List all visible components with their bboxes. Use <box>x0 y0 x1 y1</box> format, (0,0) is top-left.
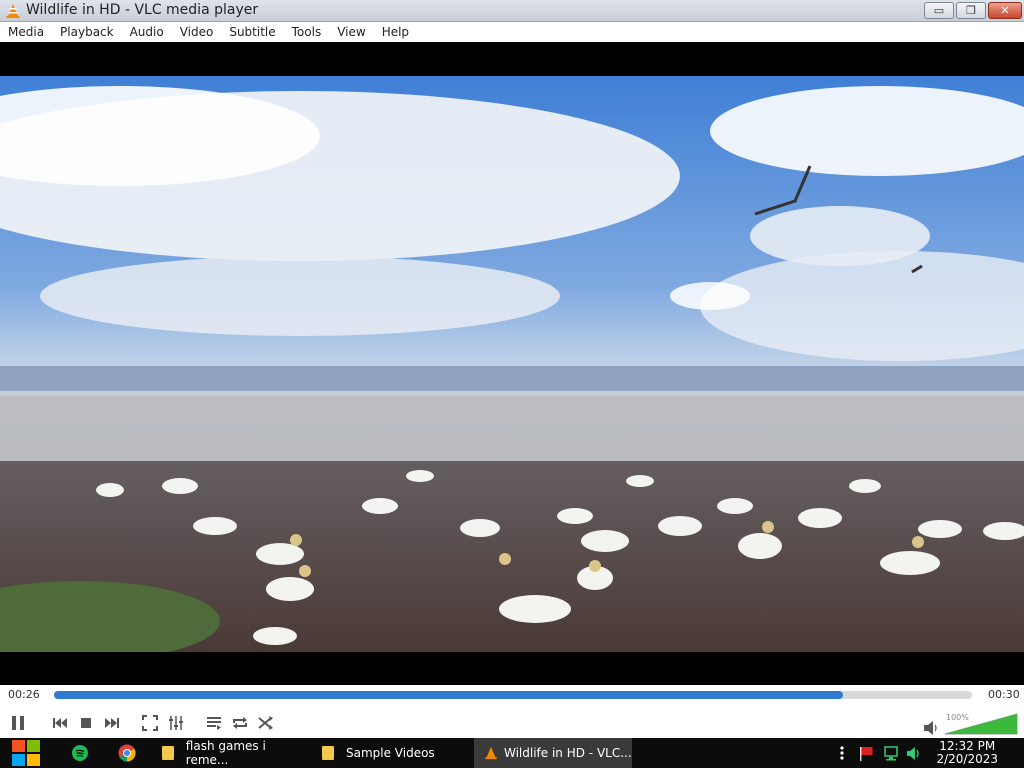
total-time: 00:30 <box>988 688 1020 701</box>
chrome-icon[interactable] <box>118 744 136 762</box>
taskbar-item-label: flash games i reme... <box>185 739 266 767</box>
menu-subtitle[interactable]: Subtitle <box>221 25 283 39</box>
taskbar-item-label: Wildlife in HD - VLC... <box>504 746 632 760</box>
equalizer-icon <box>169 716 183 730</box>
previous-icon <box>53 718 67 728</box>
extended-settings-button[interactable] <box>164 711 188 735</box>
stop-button[interactable] <box>74 711 98 735</box>
fullscreen-button[interactable] <box>138 711 162 735</box>
volume-slider[interactable] <box>944 713 1019 735</box>
shuffle-button[interactable] <box>254 711 278 735</box>
clock-date: 2/20/2023 <box>936 752 998 766</box>
menu-help[interactable]: Help <box>374 25 417 39</box>
menu-playback[interactable]: Playback <box>52 25 122 39</box>
seek-row: 00:26 00:30 <box>0 685 1024 705</box>
taskbar-item-label: Sample Videos <box>346 746 435 760</box>
taskbar-item-flash-games[interactable]: flash games i reme... <box>152 738 310 768</box>
more-icon[interactable] <box>838 745 846 761</box>
menu-view[interactable]: View <box>329 25 373 39</box>
minimize-button[interactable]: ▭ <box>924 2 954 19</box>
menu-tools[interactable]: Tools <box>284 25 330 39</box>
playlist-button[interactable] <box>202 711 226 735</box>
taskbar: flash games i reme... Sample Videos Wild… <box>0 738 1024 768</box>
maximize-button[interactable]: ❐ <box>956 2 986 19</box>
playlist-icon <box>207 717 221 730</box>
taskbar-item-vlc[interactable]: Wildlife in HD - VLC... <box>474 738 632 768</box>
playback-controls: 100% <box>0 705 1024 738</box>
speaker-icon[interactable] <box>906 746 922 761</box>
start-button[interactable] <box>10 738 42 768</box>
vlc-cone-icon <box>6 4 20 18</box>
menu-media[interactable]: Media <box>0 25 52 39</box>
clock[interactable]: 12:32 PM 2/20/2023 <box>936 740 998 766</box>
menu-audio[interactable]: Audio <box>122 25 172 39</box>
restore-icon: ❐ <box>966 4 976 17</box>
shuffle-icon <box>258 716 273 730</box>
folder-icon <box>162 746 174 760</box>
pause-icon <box>12 716 24 730</box>
next-button[interactable] <box>100 711 124 735</box>
menu-video[interactable]: Video <box>172 25 222 39</box>
fullscreen-icon <box>142 715 158 731</box>
previous-button[interactable] <box>48 711 72 735</box>
next-icon <box>105 718 119 728</box>
window-title: Wildlife in HD - VLC media player <box>26 2 259 18</box>
folder-icon <box>322 746 334 760</box>
menu-bar: Media Playback Audio Video Subtitle Tool… <box>0 22 1024 42</box>
title-bar: Wildlife in HD - VLC media player ▭ ❐ ✕ <box>0 0 1024 22</box>
vlc-cone-icon <box>485 746 497 760</box>
loop-icon <box>233 717 247 729</box>
video-area[interactable] <box>0 42 1024 685</box>
seek-progress <box>54 691 844 699</box>
minimize-icon: ▭ <box>933 4 945 17</box>
close-icon: ✕ <box>1000 4 1010 17</box>
video-frame <box>0 76 1024 652</box>
flag-icon[interactable] <box>858 746 874 761</box>
loop-button[interactable] <box>228 711 252 735</box>
close-button[interactable]: ✕ <box>988 2 1022 19</box>
volume-icon[interactable] <box>922 720 940 736</box>
pause-button[interactable] <box>6 711 30 735</box>
network-icon[interactable] <box>883 746 899 761</box>
seek-bar[interactable] <box>54 691 972 699</box>
elapsed-time: 00:26 <box>8 688 40 701</box>
taskbar-item-sample-videos[interactable]: Sample Videos <box>312 738 472 768</box>
spotify-icon[interactable] <box>72 745 88 761</box>
stop-icon <box>81 718 91 728</box>
